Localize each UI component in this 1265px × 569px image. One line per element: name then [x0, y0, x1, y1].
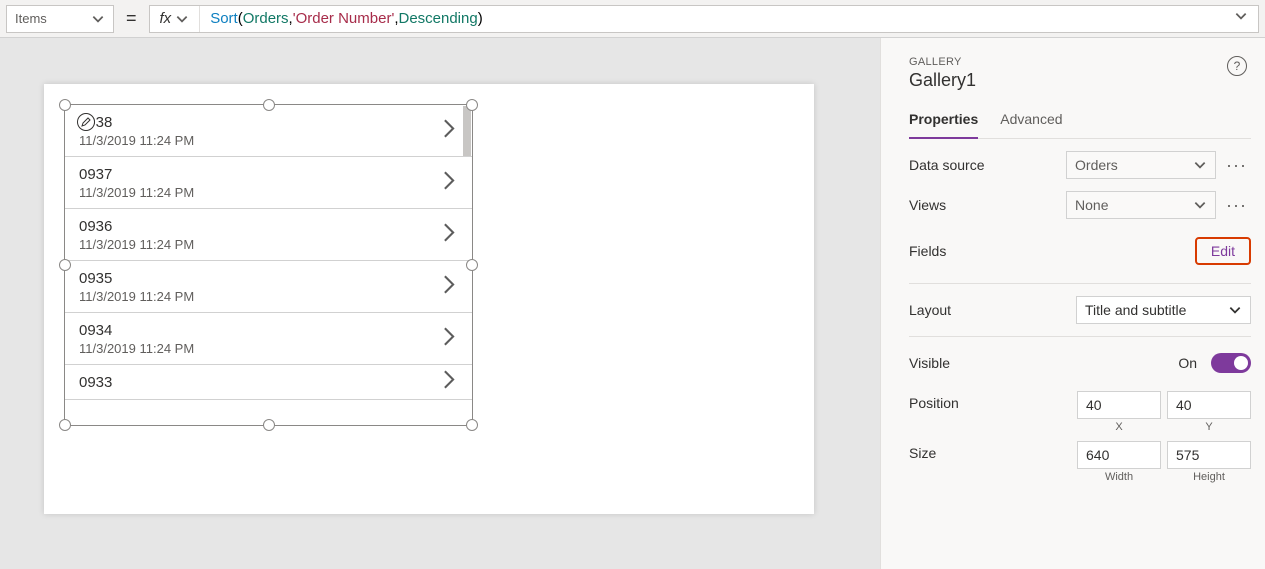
- formula-box: fx Sort( Orders, 'Order Number', Descend…: [149, 5, 1259, 33]
- property-name: Items: [15, 11, 47, 26]
- views-dropdown[interactable]: None: [1066, 191, 1216, 219]
- token-string: 'Order Number': [293, 10, 395, 27]
- list-item[interactable]: 0938 11/3/2019 11:24 PM: [65, 105, 472, 157]
- chevron-right-icon[interactable]: [440, 221, 458, 248]
- chevron-down-icon: [1234, 9, 1248, 23]
- chevron-down-icon: [1193, 198, 1207, 212]
- visible-label: Visible: [909, 355, 950, 371]
- chevron-down-icon: [1228, 303, 1242, 317]
- layout-label: Layout: [909, 302, 951, 318]
- datasource-dropdown[interactable]: Orders: [1066, 151, 1216, 179]
- fx-label: fx: [160, 10, 172, 27]
- canvas-area: 0938 11/3/2019 11:24 PM 0937 11/3/2019 11:2…: [0, 38, 880, 569]
- equals-sign: =: [122, 8, 141, 29]
- resize-handle[interactable]: [59, 259, 71, 271]
- edit-fields-button[interactable]: Edit: [1195, 237, 1251, 265]
- property-dropdown[interactable]: Items: [6, 5, 114, 33]
- chevron-down-icon: [175, 12, 189, 26]
- layout-dropdown[interactable]: Title and subtitle: [1076, 296, 1251, 324]
- list-item[interactable]: 0936 11/3/2019 11:24 PM: [65, 209, 472, 261]
- resize-handle[interactable]: [466, 259, 478, 271]
- chevron-down-icon: [1193, 158, 1207, 172]
- item-subtitle: 11/3/2019 11:24 PM: [79, 237, 458, 252]
- chevron-right-icon[interactable]: [440, 325, 458, 352]
- item-title: 0937: [79, 166, 458, 183]
- resize-handle[interactable]: [263, 99, 275, 111]
- control-type-label: GALLERY: [909, 56, 1251, 68]
- screen-canvas[interactable]: 0938 11/3/2019 11:24 PM 0937 11/3/2019 11:2…: [44, 84, 814, 514]
- panel-tabs: Properties Advanced: [909, 105, 1251, 139]
- size-width-input[interactable]: [1077, 441, 1161, 469]
- tab-properties[interactable]: Properties: [909, 105, 978, 139]
- item-subtitle: 11/3/2019 11:24 PM: [79, 185, 458, 200]
- resize-handle[interactable]: [59, 99, 71, 111]
- formula-expand-button[interactable]: [1224, 9, 1258, 28]
- chevron-right-icon[interactable]: [440, 369, 458, 396]
- resize-handle[interactable]: [59, 419, 71, 431]
- item-title: 0935: [79, 270, 458, 287]
- visible-state: On: [1178, 355, 1197, 371]
- pencil-icon[interactable]: [77, 113, 95, 131]
- chevron-right-icon[interactable]: [440, 117, 458, 144]
- gallery-items: 0938 11/3/2019 11:24 PM 0937 11/3/2019 11:2…: [65, 105, 472, 425]
- position-x-input[interactable]: [1077, 391, 1161, 419]
- list-item[interactable]: 0934 11/3/2019 11:24 PM: [65, 313, 472, 365]
- item-subtitle: 11/3/2019 11:24 PM: [79, 341, 458, 356]
- more-icon[interactable]: ···: [1222, 195, 1251, 216]
- visible-toggle[interactable]: [1211, 353, 1251, 373]
- formula-input[interactable]: Sort( Orders, 'Order Number', Descending…: [200, 10, 1224, 27]
- resize-handle[interactable]: [466, 419, 478, 431]
- item-subtitle: 11/3/2019 11:24 PM: [79, 289, 458, 304]
- list-item[interactable]: 0937 11/3/2019 11:24 PM: [65, 157, 472, 209]
- item-subtitle: 11/3/2019 11:24 PM: [79, 133, 458, 148]
- tab-advanced[interactable]: Advanced: [1000, 105, 1062, 138]
- chevron-right-icon[interactable]: [440, 169, 458, 196]
- resize-handle[interactable]: [263, 419, 275, 431]
- gallery-control[interactable]: 0938 11/3/2019 11:24 PM 0937 11/3/2019 11:2…: [64, 104, 473, 426]
- help-icon[interactable]: ?: [1227, 56, 1247, 76]
- list-item[interactable]: 0933: [65, 365, 472, 400]
- item-title: 0933: [79, 374, 458, 391]
- position-label: Position: [909, 391, 959, 411]
- chevron-right-icon[interactable]: [440, 273, 458, 300]
- chevron-down-icon: [91, 12, 105, 26]
- token-identifier: Descending: [398, 10, 477, 27]
- size-height-input[interactable]: [1167, 441, 1251, 469]
- token-function: Sort: [210, 10, 238, 27]
- more-icon[interactable]: ···: [1222, 155, 1251, 176]
- resize-handle[interactable]: [466, 99, 478, 111]
- item-title: 0938: [79, 114, 458, 131]
- formula-bar: Items = fx Sort( Orders, 'Order Number',…: [0, 0, 1265, 38]
- datasource-label: Data source: [909, 157, 984, 173]
- properties-panel: GALLERY Gallery1 ? Properties Advanced D…: [880, 38, 1265, 569]
- control-name[interactable]: Gallery1: [909, 70, 1251, 91]
- fx-button[interactable]: fx: [150, 6, 201, 32]
- scrollbar-thumb[interactable]: [463, 106, 471, 156]
- list-item[interactable]: 0935 11/3/2019 11:24 PM: [65, 261, 472, 313]
- item-title: 0936: [79, 218, 458, 235]
- fields-label: Fields: [909, 243, 946, 259]
- position-y-input[interactable]: [1167, 391, 1251, 419]
- item-title: 0934: [79, 322, 458, 339]
- size-label: Size: [909, 441, 936, 461]
- views-label: Views: [909, 197, 946, 213]
- token-identifier: Orders: [243, 10, 289, 27]
